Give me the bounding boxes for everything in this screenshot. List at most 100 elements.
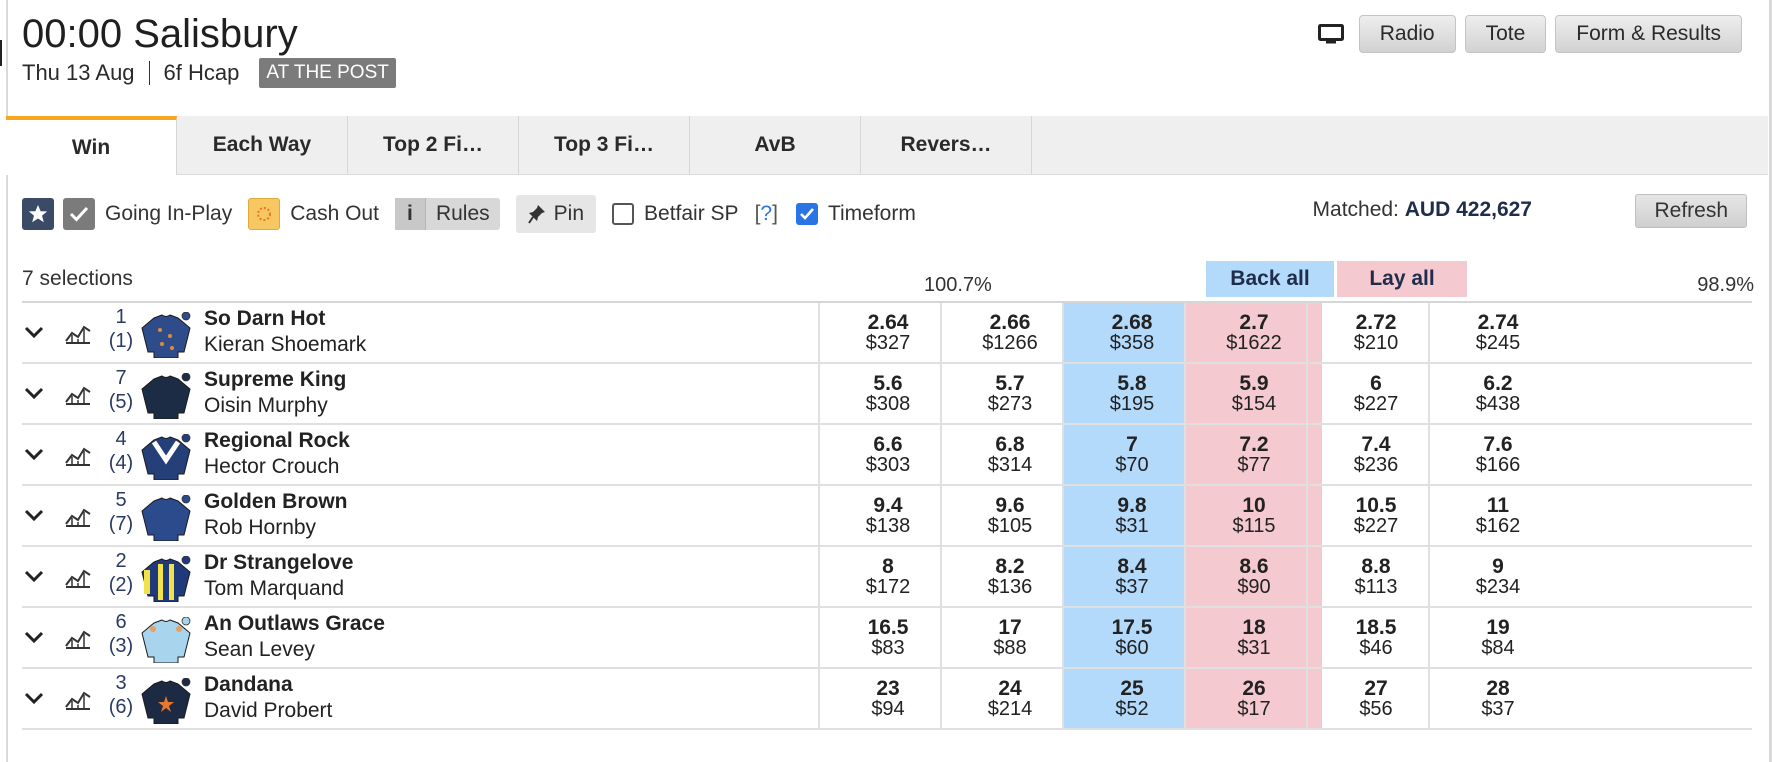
betfair-sp-help-link[interactable]: [?] [755, 202, 778, 226]
runner-name[interactable]: Supreme King [204, 368, 346, 392]
back-price-cell[interactable]: 8.2 $136 [940, 547, 1078, 606]
odds: 10 [1242, 493, 1266, 517]
back-price-cell[interactable]: 5.7 $273 [940, 364, 1078, 423]
back-price-cell[interactable]: 6.8 $314 [940, 425, 1078, 484]
chart-icon[interactable] [64, 685, 92, 711]
lay-price-cell[interactable]: 10 $115 [1184, 486, 1322, 545]
tab-avb[interactable]: AvB [690, 116, 861, 174]
tote-button[interactable]: Tote [1464, 15, 1547, 53]
tab-top-3-fi[interactable]: Top 3 Fi… [519, 116, 690, 174]
chevron-down-icon[interactable] [24, 325, 44, 339]
lay-price-cell[interactable]: 27 $56 [1306, 669, 1444, 728]
pin-button[interactable]: Pin [515, 195, 597, 233]
odds: 9.6 [995, 493, 1025, 517]
back-price-cell[interactable]: 6.6 $303 [818, 425, 956, 484]
back-price-cell[interactable]: 9.8 $31 [1062, 486, 1200, 545]
chart-icon[interactable] [64, 441, 92, 467]
runner-name[interactable]: Regional Rock [204, 429, 350, 453]
chevron-down-icon[interactable] [24, 630, 44, 644]
lay-price-cell[interactable]: 7.4 $236 [1306, 425, 1444, 484]
refresh-button[interactable]: Refresh [1635, 194, 1747, 228]
timeform-checkbox[interactable] [795, 203, 818, 225]
available-amount: $1622 [1226, 331, 1282, 354]
back-price-cell[interactable]: 8.4 $37 [1062, 547, 1200, 606]
available-amount: $166 [1475, 453, 1521, 476]
lay-price-cell[interactable]: 6 $227 [1306, 364, 1444, 423]
odds: 6.6 [873, 432, 903, 456]
betfair-sp-checkbox[interactable] [612, 203, 635, 225]
runner-name[interactable]: An Outlaws Grace [204, 612, 385, 636]
odds: 7.6 [1483, 432, 1513, 456]
lay-price-cell[interactable]: 2.72 $210 [1306, 303, 1444, 362]
tab-each-way[interactable]: Each Way [177, 116, 348, 174]
back-price-cell[interactable]: 2.66 $1266 [940, 303, 1078, 362]
lay-price-cell[interactable]: 2.74 $245 [1428, 303, 1566, 362]
back-price-cell[interactable]: 16.5 $83 [818, 608, 956, 667]
lay-price-cell[interactable]: 7.2 $77 [1184, 425, 1322, 484]
lay-price-cell[interactable]: 18.5 $46 [1306, 608, 1444, 667]
back-price-cell[interactable]: 2.64 $327 [818, 303, 956, 362]
chevron-down-icon[interactable] [24, 386, 44, 400]
radio-button[interactable]: Radio [1358, 15, 1456, 53]
lay-price-cell[interactable]: 7.6 $166 [1428, 425, 1566, 484]
back-price-cell[interactable]: 2.68 $358 [1062, 303, 1200, 362]
lay-price-cell[interactable]: 8.8 $113 [1306, 547, 1444, 606]
lay-all-button[interactable]: Lay all [1337, 261, 1467, 297]
back-price-cell[interactable]: 17.5 $60 [1062, 608, 1200, 667]
chevron-down-icon[interactable] [24, 569, 44, 583]
chart-icon[interactable] [64, 380, 92, 406]
back-price-cell[interactable]: 23 $94 [818, 669, 956, 728]
lay-price-cell[interactable]: 2.7 $1622 [1184, 303, 1322, 362]
pin-label: Pin [553, 202, 585, 225]
lay-price-cell[interactable]: 18 $31 [1184, 608, 1322, 667]
back-price-cell[interactable]: 7 $70 [1062, 425, 1200, 484]
lay-price-cell[interactable]: 8.6 $90 [1184, 547, 1322, 606]
runner-name[interactable]: Dandana [204, 673, 293, 697]
tab-top-2-fi[interactable]: Top 2 Fi… [348, 116, 519, 174]
back-all-button[interactable]: Back all [1206, 261, 1334, 297]
tv-icon[interactable] [1317, 24, 1344, 44]
back-price-cell[interactable]: 5.6 $308 [818, 364, 956, 423]
lay-overround: 98.9% [1697, 274, 1754, 296]
available-amount: $234 [1475, 575, 1521, 598]
back-price-cell[interactable]: 17 $88 [940, 608, 1078, 667]
lay-price-cell[interactable]: 26 $17 [1184, 669, 1322, 728]
lay-price-cell[interactable]: 6.2 $438 [1428, 364, 1566, 423]
back-price-cell[interactable]: 9.4 $138 [818, 486, 956, 545]
lay-price-cell[interactable]: 9 $234 [1428, 547, 1566, 606]
form-results-button[interactable]: Form & Results [1555, 15, 1742, 53]
chart-icon[interactable] [64, 624, 92, 650]
lay-price-cell[interactable]: 28 $37 [1428, 669, 1566, 728]
runner-name[interactable]: Golden Brown [204, 490, 348, 514]
runner-name[interactable]: So Darn Hot [204, 307, 325, 331]
draw-number: (5) [108, 391, 134, 413]
back-price-cell[interactable]: 9.6 $105 [940, 486, 1078, 545]
lay-price-cell[interactable]: 19 $84 [1428, 608, 1566, 667]
back-price-cell[interactable]: 8 $172 [818, 547, 956, 606]
chart-icon[interactable] [64, 502, 92, 528]
lay-price-cell[interactable]: 11 $162 [1428, 486, 1566, 545]
table-row: 7 (5) Supreme King Oisin Murphy 5.6 $308 5.7 $2… [22, 364, 1752, 425]
odds: 9.8 [1117, 493, 1147, 517]
odds: 8.2 [995, 554, 1025, 578]
back-price-cell[interactable]: 25 $52 [1062, 669, 1200, 728]
tab-win[interactable]: Win [6, 116, 177, 175]
runner-name[interactable]: Dr Strangelove [204, 551, 353, 575]
lay-price-cell[interactable]: 5.9 $154 [1184, 364, 1322, 423]
available-amount: $105 [987, 514, 1033, 537]
lay-price-cell[interactable]: 10.5 $227 [1306, 486, 1444, 545]
chart-icon[interactable] [64, 563, 92, 589]
chevron-down-icon[interactable] [24, 691, 44, 705]
info-icon: i [394, 198, 426, 230]
back-price-cell[interactable]: 24 $214 [940, 669, 1078, 728]
odds: 24 [998, 676, 1022, 700]
chart-icon[interactable] [64, 319, 92, 345]
tab-revers[interactable]: Revers… [861, 116, 1032, 174]
chevron-down-icon[interactable] [24, 508, 44, 522]
star-favourite-icon[interactable] [22, 198, 54, 230]
chevron-down-icon[interactable] [24, 447, 44, 461]
saddle-cloth: 5 (7) [102, 488, 140, 536]
odds: 7 [1126, 432, 1138, 456]
rules-button[interactable]: i Rules [394, 198, 500, 230]
back-price-cell[interactable]: 5.8 $195 [1062, 364, 1200, 423]
